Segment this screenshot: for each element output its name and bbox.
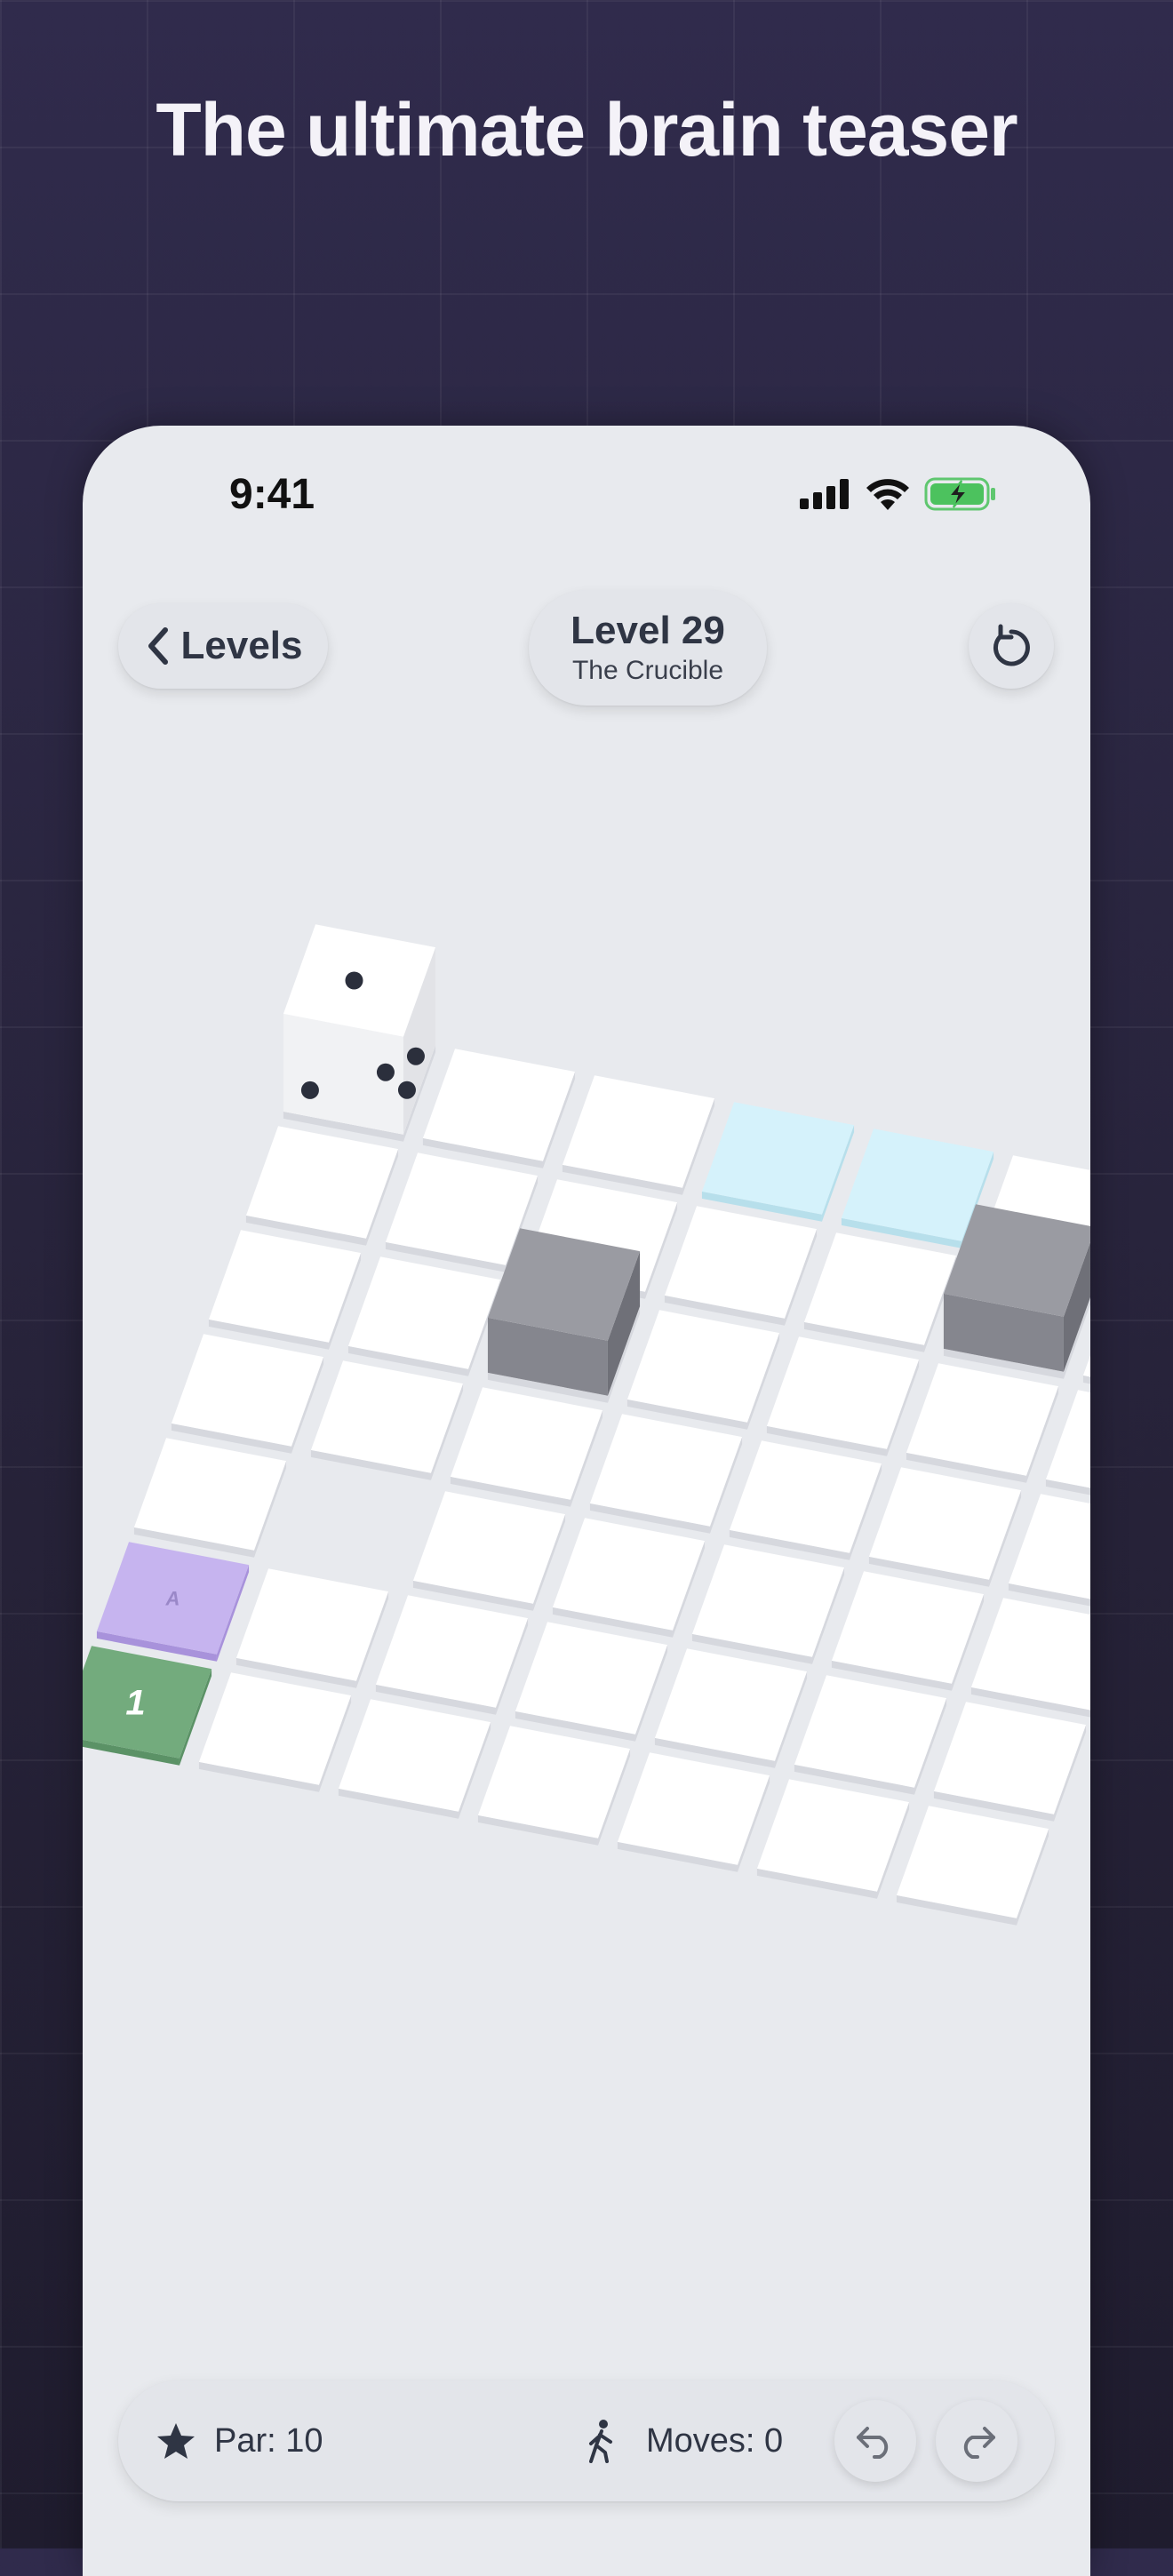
dice-pip <box>406 1047 425 1065</box>
moves-label: Moves: 0 <box>646 2421 784 2460</box>
undo-button[interactable] <box>834 2400 916 2482</box>
headline: The ultimate brain teaser <box>156 88 1017 171</box>
star-icon <box>157 2423 195 2459</box>
game-board[interactable]: AA1 <box>83 426 1090 2576</box>
redo-button[interactable] <box>936 2400 1017 2482</box>
goal-tile <box>83 1646 212 1759</box>
moves-display: Moves: 0 <box>584 2381 783 2501</box>
dice-pip <box>397 1081 416 1099</box>
teleport-label: A <box>165 1588 180 1610</box>
phone-frame: 9:41 Levels Level 29 The Crucible A 1 Pa… <box>83 426 1090 2576</box>
redo-icon <box>963 2427 995 2459</box>
undo-icon <box>857 2427 889 2459</box>
par-label: Par: 10 <box>214 2421 323 2460</box>
par-display: Par: 10 <box>156 2381 323 2501</box>
goal-label: 1 <box>125 1684 145 1723</box>
dice-pip <box>300 1081 319 1099</box>
dice-pip <box>376 1063 395 1081</box>
dice-pip <box>345 971 363 990</box>
bottom-bar: Par: 10 Moves: 0 <box>118 2381 1055 2501</box>
walking-icon <box>589 2420 612 2463</box>
